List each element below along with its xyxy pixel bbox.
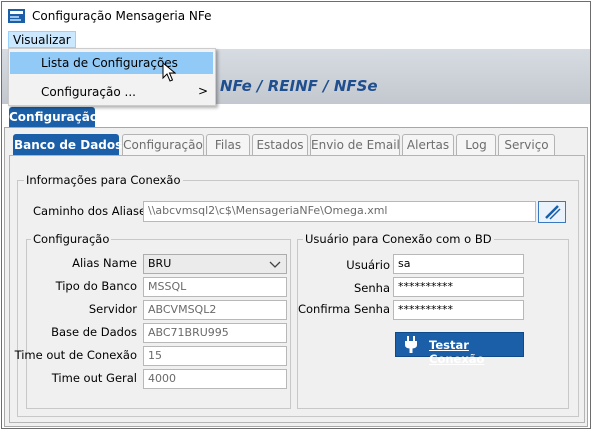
- menu-bar: [2, 30, 590, 49]
- tab-configuracao-outer[interactable]: Configuração: [9, 107, 98, 127]
- nfe-app-icon: [8, 9, 25, 23]
- timeout-conexao-field[interactable]: 15: [143, 346, 287, 366]
- base-dados-field[interactable]: ABC71BRU995: [143, 323, 287, 343]
- plug-icon: [405, 336, 417, 353]
- tab-envio-de-email[interactable]: Envio de Email: [310, 134, 400, 155]
- senha-label: Senha: [354, 281, 390, 295]
- test-connection-button[interactable]: Testar Conexão: [395, 332, 524, 366]
- timeout-conexao-label: Time out de Conexão: [14, 348, 137, 362]
- base-dados-label: Base de Dados: [51, 325, 137, 339]
- timeout-geral-label: Time out Geral: [51, 371, 137, 385]
- menu-visualizar[interactable]: Visualizar: [8, 31, 76, 48]
- window-title: Configuração Mensageria NFe: [32, 9, 212, 23]
- tab-banco-de-dados[interactable]: Banco de Dados: [13, 134, 122, 155]
- path-label: Caminho dos Aliases: [33, 204, 153, 218]
- submenu-arrow-icon: >: [198, 84, 209, 98]
- tab-log[interactable]: Log: [456, 134, 496, 155]
- tab-configuracao[interactable]: Configuração: [122, 134, 204, 155]
- servidor-field[interactable]: ABCVMSQL2: [143, 300, 287, 320]
- tab-filas[interactable]: Filas: [206, 134, 250, 155]
- timeout-geral-field[interactable]: 4000: [143, 369, 287, 389]
- connection-legend: Informações para Conexão: [24, 173, 183, 187]
- config-legend: Configuração: [31, 232, 112, 246]
- senha-field[interactable]: **********: [393, 277, 524, 297]
- mouse-pointer-icon: [162, 62, 176, 82]
- confirma-senha-field[interactable]: **********: [393, 300, 524, 320]
- tab-alertas[interactable]: Alertas: [402, 134, 454, 155]
- usuario-field[interactable]: sa: [393, 254, 524, 274]
- tab-servico[interactable]: Serviço: [498, 134, 555, 155]
- menu-visualizar-label: Visualizar: [13, 33, 71, 47]
- alias-name-value: BRU: [148, 257, 172, 270]
- edit-path-button[interactable]: [538, 201, 566, 223]
- tipo-banco-label: Tipo do Banco: [55, 279, 137, 293]
- servidor-label: Servidor: [88, 302, 137, 316]
- tipo-banco-field[interactable]: MSSQL: [143, 277, 287, 297]
- user-legend: Usuário para Conexão com o BD: [303, 232, 494, 246]
- tab-estados[interactable]: Estados: [252, 134, 308, 155]
- menu-item-configuracao-label: Configuração ...: [41, 85, 136, 99]
- alias-name-select[interactable]: BRU: [143, 254, 287, 274]
- confirma-senha-label: Confirma Senha: [297, 302, 390, 316]
- alias-name-label: Alias Name: [72, 256, 137, 270]
- edit-path-icon: [545, 205, 561, 220]
- test-connection-label: Testar Conexão: [429, 338, 485, 366]
- path-input[interactable]: \\abcvmsql2\c$\MensageriaNFe\Omega.xml: [143, 201, 536, 222]
- header-title: NFe / REINF / NFSe: [220, 77, 378, 95]
- menu-item-lista-label: Lista de Configurações: [41, 56, 178, 70]
- chevron-down-icon: [269, 261, 281, 268]
- usuario-label: Usuário: [346, 258, 390, 272]
